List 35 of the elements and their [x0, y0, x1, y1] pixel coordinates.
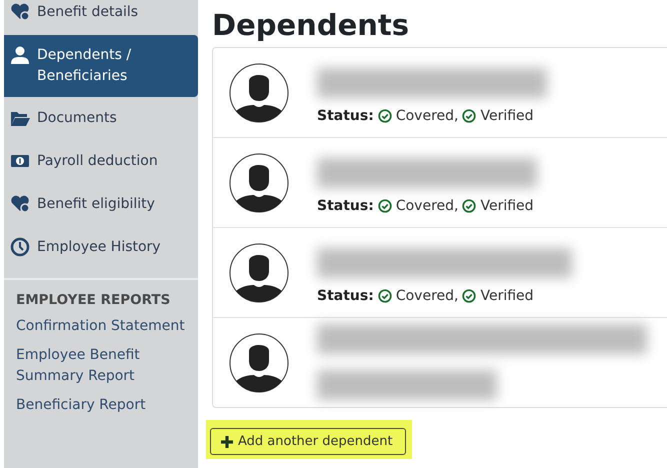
avatar-silhouette-icon	[229, 332, 289, 392]
add-dependent-button[interactable]: Add another dependent	[210, 428, 406, 455]
heart-icon	[10, 194, 30, 214]
avatar-silhouette-icon	[229, 152, 289, 212]
check-circle-icon	[378, 198, 392, 212]
report-link[interactable]: Confirmation Statement	[16, 316, 186, 337]
status-text: Verified	[480, 108, 534, 124]
status-label: Status:	[317, 108, 374, 124]
avatar-silhouette-icon	[229, 242, 289, 302]
status-text: Covered,	[396, 288, 458, 304]
status-text: Covered,	[396, 108, 458, 124]
report-link[interactable]: Employee Benefit Summary Report	[16, 345, 186, 387]
plus-icon	[221, 436, 233, 448]
sidebar-item[interactable]: Benefit eligibility	[4, 184, 198, 226]
report-link[interactable]: Beneficiary Report	[16, 395, 186, 416]
sidebar-item[interactable]: Benefit details	[4, 0, 198, 34]
section-heading: EMPLOYEE REPORTS	[16, 292, 172, 308]
check-circle-icon	[378, 288, 392, 302]
status-text: Verified	[480, 198, 534, 214]
check-circle-icon	[462, 198, 476, 212]
check-circle-icon	[462, 288, 476, 302]
page-heading: Dependents	[212, 7, 410, 44]
user-icon	[10, 45, 30, 65]
status-text: Verified	[480, 288, 534, 304]
sidebar-item[interactable]: Employee History	[4, 227, 198, 269]
status-label: Status:	[317, 198, 374, 214]
clock-icon	[10, 237, 30, 257]
status-label: Status:	[317, 288, 374, 304]
check-circle-icon	[462, 108, 476, 122]
sidebar-item[interactable]: Payroll deduction	[4, 141, 198, 183]
sidebar-item[interactable]: Documents	[4, 98, 198, 140]
sidebar-item[interactable]: Dependents / Beneficiaries	[4, 35, 198, 97]
check-circle-icon	[378, 108, 392, 122]
status-text: Covered,	[396, 198, 458, 214]
avatar-silhouette-icon	[229, 62, 289, 122]
